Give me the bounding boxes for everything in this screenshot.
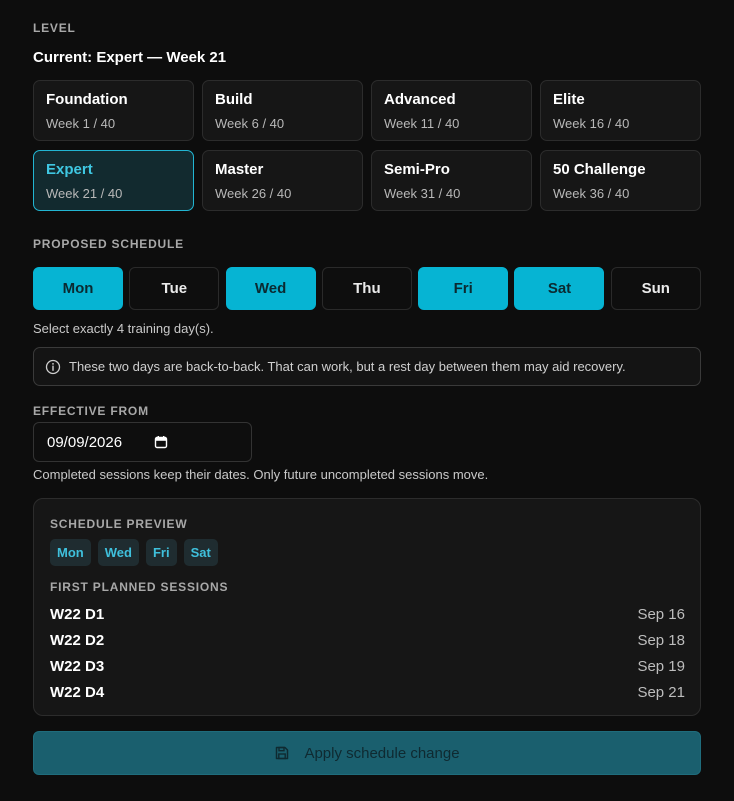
session-name: W22 D3 (50, 657, 105, 675)
level-card-expert[interactable]: Expert Week 21 / 40 (33, 150, 194, 211)
effective-section-label: EFFECTIVE FROM (33, 404, 149, 418)
day-chip: Fri (145, 539, 177, 566)
notice-text: These two days are back-to-back. That ca… (69, 359, 626, 374)
day-chip: Wed (97, 539, 139, 566)
day-toggle-fri[interactable]: Fri (418, 267, 509, 310)
level-card-name: Semi-Pro (384, 161, 450, 178)
level-card-week: Week 16 / 40 (553, 116, 630, 131)
level-card-name: Expert (46, 161, 93, 178)
day-toggle-mon[interactable]: Mon (33, 267, 123, 310)
session-date: Sep 18 (637, 631, 685, 649)
level-section-label: LEVEL (33, 21, 76, 35)
day-count-hint: Select exactly 4 training day(s). (33, 321, 214, 336)
current-level-text: Current: Expert — Week 21 (33, 49, 227, 66)
schedule-preview-panel: SCHEDULE PREVIEW Mon Wed Fri Sat FIRST P… (33, 498, 701, 716)
level-card-week: Week 6 / 40 (215, 116, 285, 131)
session-name: W22 D2 (50, 631, 105, 649)
level-card-50-challenge[interactable]: 50 Challenge Week 36 / 40 (540, 150, 701, 211)
level-card-week: Week 36 / 40 (553, 186, 630, 201)
day-toggle-sun[interactable]: Sun (610, 267, 701, 310)
day-chip: Mon (50, 539, 91, 566)
day-toggle-sat[interactable]: Sat (514, 267, 605, 310)
session-date: Sep 21 (637, 683, 685, 701)
first-sessions-label: FIRST PLANNED SESSIONS (50, 580, 229, 594)
level-card-name: Advanced (384, 91, 456, 108)
day-chip: Sat (183, 539, 218, 566)
session-row: W22 D1 Sep 16 (50, 601, 685, 627)
level-grid: Foundation Week 1 / 40 Build Week 6 / 40… (33, 80, 701, 211)
day-toggle-tue[interactable]: Tue (129, 267, 220, 310)
effective-date-input[interactable]: 09/09/2026 (33, 422, 252, 462)
level-card-name: Master (215, 161, 264, 178)
apply-schedule-button[interactable]: Apply schedule change (33, 731, 701, 775)
session-row: W22 D4 Sep 21 (50, 679, 685, 705)
level-card-week: Week 31 / 40 (384, 186, 461, 201)
level-card-semi-pro[interactable]: Semi-Pro Week 31 / 40 (371, 150, 532, 211)
effective-date-note: Completed sessions keep their dates. Onl… (33, 467, 489, 482)
calendar-icon[interactable] (154, 435, 168, 449)
session-list: W22 D1 Sep 16 W22 D2 Sep 18 W22 D3 Sep 1… (50, 601, 685, 705)
session-name: W22 D4 (50, 683, 105, 701)
level-card-name: 50 Challenge (553, 161, 646, 178)
schedule-section-label: PROPOSED SCHEDULE (33, 237, 184, 251)
apply-button-label: Apply schedule change (304, 744, 460, 762)
level-card-advanced[interactable]: Advanced Week 11 / 40 (371, 80, 532, 141)
save-icon (274, 745, 290, 761)
level-card-name: Foundation (46, 91, 128, 108)
session-date: Sep 16 (637, 605, 685, 623)
level-card-master[interactable]: Master Week 26 / 40 (202, 150, 363, 211)
level-card-foundation[interactable]: Foundation Week 1 / 40 (33, 80, 194, 141)
session-row: W22 D2 Sep 18 (50, 627, 685, 653)
level-card-name: Build (215, 91, 253, 108)
info-icon (45, 359, 61, 375)
level-card-week: Week 11 / 40 (384, 116, 460, 131)
day-toggle-wed[interactable]: Wed (225, 267, 316, 310)
schedule-preview-label: SCHEDULE PREVIEW (50, 517, 188, 531)
session-name: W22 D1 (50, 605, 105, 623)
level-card-build[interactable]: Build Week 6 / 40 (202, 80, 363, 141)
session-row: W22 D3 Sep 19 (50, 653, 685, 679)
day-toggle-thu[interactable]: Thu (321, 267, 412, 310)
preview-day-chips: Mon Wed Fri Sat (50, 539, 218, 566)
level-card-week: Week 26 / 40 (215, 186, 292, 201)
day-selector: Mon Tue Wed Thu Fri Sat Sun (33, 267, 701, 310)
level-card-week: Week 21 / 40 (46, 186, 123, 201)
back-to-back-notice: These two days are back-to-back. That ca… (33, 347, 701, 386)
level-card-week: Week 1 / 40 (46, 116, 116, 131)
effective-date-value: 09/09/2026 (47, 433, 123, 451)
session-date: Sep 19 (637, 657, 685, 675)
level-card-name: Elite (553, 91, 585, 108)
level-card-elite[interactable]: Elite Week 16 / 40 (540, 80, 701, 141)
